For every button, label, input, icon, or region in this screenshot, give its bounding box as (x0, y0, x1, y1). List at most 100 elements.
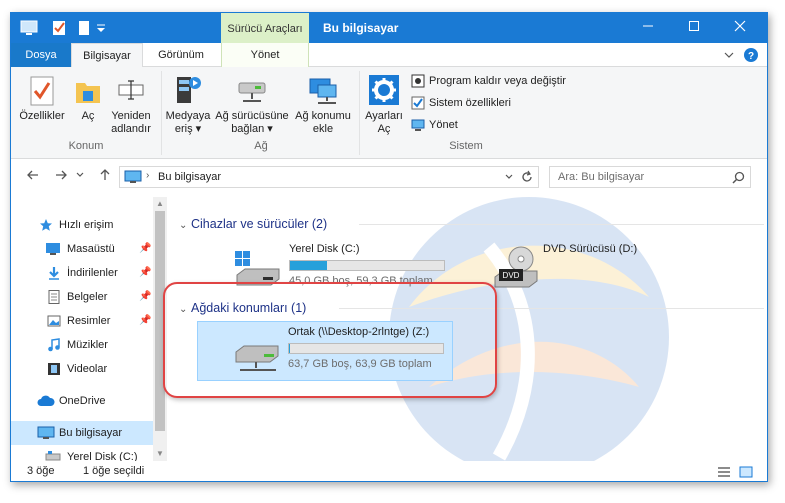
rename-button[interactable]: Yeniden adlandır (107, 73, 155, 136)
windows-drive-icon (235, 251, 280, 286)
tab-view[interactable]: Görünüm (149, 43, 213, 67)
chevron-down-icon[interactable] (723, 49, 735, 61)
desktop-icon (46, 243, 60, 255)
access-media-button[interactable]: Medyaya eriş ▾ (165, 73, 211, 136)
drive-tile-dvd[interactable]: DVD DVD Sürücüsü (D:) (489, 239, 689, 299)
nav-item-desktop[interactable]: Masaüstü 📌 (11, 237, 153, 261)
item-count: 3 öğe (27, 465, 55, 477)
nav-item-downloads[interactable]: İndirilenler 📌 (11, 261, 153, 285)
computer-icon[interactable] (19, 19, 39, 37)
chevron-down-icon[interactable]: ⌄ (179, 217, 191, 235)
chevron-down-icon[interactable]: ⌄ (179, 301, 191, 319)
close-button[interactable] (717, 13, 763, 43)
arrow-up-icon (100, 169, 110, 180)
open-button[interactable]: Aç (73, 73, 103, 123)
group-divider (339, 308, 764, 309)
search-input[interactable]: Ara: Bu bilgisayar (549, 166, 751, 188)
pin-icon[interactable]: 📌 (139, 285, 151, 309)
nav-item-onedrive[interactable]: OneDrive (11, 389, 153, 413)
scroll-down-icon[interactable]: ▼ (153, 447, 167, 461)
drive-usage-bar (288, 343, 444, 354)
nav-item-music[interactable]: Müzikler (11, 333, 153, 357)
uninstall-program-button[interactable]: Program kaldır veya değiştir (411, 71, 566, 91)
group-header-devices[interactable]: ⌄ Cihazlar ve sürücüler (2) (179, 215, 327, 233)
window-title: Bu bilgisayar (323, 21, 399, 35)
up-button[interactable] (95, 167, 115, 187)
status-bar: 3 öğe 1 öğe seçildi (11, 461, 767, 481)
recent-locations-button[interactable] (73, 167, 87, 187)
open-settings-button[interactable]: Ayarları Aç (361, 73, 407, 136)
map-network-drive-button[interactable]: Ağ sürücüsüne bağlan ▾ (213, 73, 291, 136)
scroll-up-icon[interactable]: ▲ (153, 197, 167, 211)
nav-item-quick-access[interactable]: Hızlı erişim (11, 213, 153, 237)
drive-usage-fill (289, 344, 290, 353)
nav-item-documents[interactable]: Belgeler 📌 (11, 285, 153, 309)
pin-icon[interactable]: 📌 (139, 309, 151, 333)
drive-free-space: 63,7 GB boş, 63,9 GB toplam (288, 358, 432, 370)
network-drive-icon (238, 82, 266, 102)
address-bar[interactable]: › Bu bilgisayar (119, 166, 539, 188)
tab-file[interactable]: Dosya (11, 43, 71, 67)
forward-button[interactable] (51, 167, 71, 187)
system-properties-icon (411, 96, 425, 110)
drive-tile-c[interactable]: Yerel Disk (C:) 45,0 GB boş, 59,3 GB top… (199, 239, 449, 299)
help-icon[interactable]: ? (743, 47, 759, 63)
properties-button[interactable]: Özellikler (17, 73, 67, 123)
scroll-thumb[interactable] (155, 211, 165, 431)
add-network-location-button[interactable]: Ağ konumu ekle (293, 73, 353, 136)
group-header-network[interactable]: ⌄ Ağdaki konumları (1) (179, 299, 306, 317)
system-properties-button[interactable]: Sistem özellikleri (411, 93, 511, 113)
content-area: ⌄ Cihazlar ve sürücüler (2) Yerel Disk (C… (169, 197, 767, 461)
nav-item-pictures[interactable]: Resimler 📌 (11, 309, 153, 333)
drive-usage-fill (290, 261, 327, 270)
nav-item-videos[interactable]: Videolar (11, 357, 153, 381)
back-button[interactable] (23, 167, 43, 187)
folder-open-icon (76, 83, 100, 103)
tab-computer[interactable]: Bilgisayar (71, 43, 143, 68)
customize-toolbar-icon[interactable] (95, 19, 107, 37)
navigation-pane: Hızlı erişim Masaüstü 📌 İndirilenler 📌 B… (11, 197, 167, 461)
nav-item-local-disk[interactable]: Yerel Disk (C:) (11, 445, 153, 461)
drive-free-space: 45,0 GB boş, 59,3 GB toplam (289, 275, 433, 287)
documents-icon (48, 290, 60, 304)
chevron-down-icon[interactable] (504, 172, 514, 182)
refresh-icon[interactable] (520, 170, 534, 184)
network-drive-icon (235, 345, 279, 371)
properties-icon (30, 76, 54, 106)
svg-text:?: ? (748, 51, 754, 62)
properties-check-icon[interactable] (51, 19, 67, 37)
nav-item-this-pc[interactable]: Bu bilgisayar (11, 421, 153, 445)
chevron-down-icon (76, 172, 84, 177)
details-view-icon[interactable] (717, 465, 731, 479)
maximize-button[interactable] (671, 13, 717, 43)
gear-icon (369, 75, 399, 105)
drive-tile-z[interactable]: Ortak (\\Desktop-2rlntge) (Z:) 63,7 GB b… (197, 321, 453, 381)
tab-manage[interactable]: Yönet (221, 43, 309, 67)
nav-pane-scrollbar[interactable]: ▲ ▼ (153, 197, 167, 461)
title-bar: Sürücü Araçları Bu bilgisayar (11, 13, 767, 43)
group-label-location: Konum (68, 140, 104, 152)
minimize-icon (643, 25, 653, 27)
large-icons-view-icon[interactable] (739, 465, 753, 479)
arrow-left-icon (27, 170, 38, 180)
new-folder-icon[interactable] (77, 19, 91, 37)
pin-icon[interactable]: 📌 (139, 237, 151, 261)
group-divider (359, 224, 764, 225)
manage-button[interactable]: Yönet (411, 115, 458, 135)
rename-icon (118, 80, 144, 100)
group-separator (359, 71, 360, 155)
drive-name: DVD Sürücüsü (D:) (543, 243, 638, 255)
minimize-button[interactable] (625, 13, 671, 43)
network-location-icon (309, 78, 337, 104)
pin-icon[interactable]: 📌 (139, 261, 151, 285)
computer-icon (124, 170, 142, 183)
breadcrumb[interactable]: Bu bilgisayar (158, 167, 221, 187)
breadcrumb-separator-icon[interactable]: › (146, 170, 149, 181)
group-label-system: Sistem (449, 140, 483, 152)
dvd-drive-icon: DVD (494, 246, 538, 288)
drive-tools-label: Sürücü Araçları (221, 13, 309, 43)
star-icon (40, 219, 52, 231)
pictures-icon (47, 315, 61, 327)
music-icon (48, 338, 60, 352)
manage-icon (411, 119, 425, 132)
